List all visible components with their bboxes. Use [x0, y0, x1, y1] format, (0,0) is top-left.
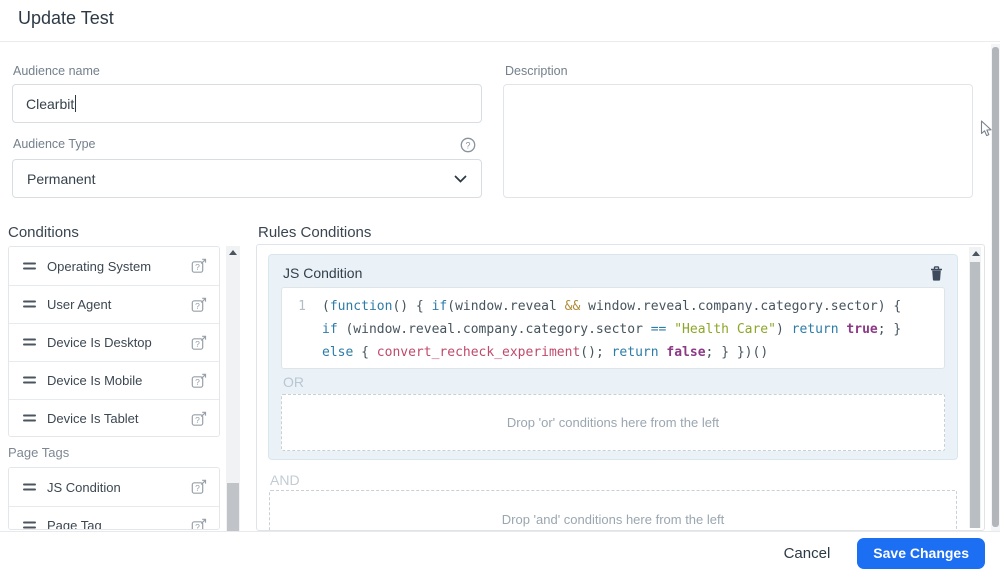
scroll-up-arrow-icon[interactable]: [226, 246, 240, 259]
and-dropzone[interactable]: Drop 'and' conditions here from the left: [269, 490, 957, 530]
drag-handle-icon[interactable]: [23, 414, 37, 423]
condition-item[interactable]: Operating System?: [9, 247, 219, 285]
page-tags-section-label: Page Tags: [8, 445, 70, 460]
condition-item[interactable]: JS Condition?: [9, 468, 219, 506]
help-external-icon[interactable]: ?: [191, 258, 207, 274]
code-line-number: 1: [298, 299, 306, 314]
condition-item[interactable]: Device Is Mobile?: [9, 361, 219, 399]
help-external-icon[interactable]: ?: [191, 411, 207, 427]
or-dropzone-text: Drop 'or' conditions here from the left: [506, 415, 720, 430]
rules-conditions-title: Rules Conditions: [258, 224, 372, 241]
drag-handle-icon[interactable]: [23, 483, 37, 492]
js-condition-card: JS Condition 1 (function() { if(window.r…: [268, 254, 958, 460]
audience-type-select[interactable]: Permanent: [12, 159, 482, 198]
drag-handle-icon[interactable]: [23, 262, 37, 271]
help-external-icon[interactable]: ?: [191, 518, 207, 530]
conditions-title: Conditions: [8, 224, 79, 241]
conditions-list-general: Operating System? User Agent? Device Is De…: [8, 246, 220, 437]
drag-handle-icon[interactable]: [23, 338, 37, 347]
drag-handle-icon[interactable]: [23, 376, 37, 385]
drag-handle-icon[interactable]: [23, 300, 37, 309]
condition-item[interactable]: User Agent?: [9, 285, 219, 323]
condition-item-label: Operating System: [47, 258, 152, 274]
text-cursor: [75, 95, 77, 112]
or-label: OR: [283, 374, 304, 390]
rules-scrollbar[interactable]: [969, 247, 981, 528]
or-dropzone[interactable]: Drop 'or' conditions here from the left: [281, 394, 945, 451]
svg-text:?: ?: [195, 522, 200, 530]
scroll-up-arrow-icon[interactable]: [969, 247, 983, 260]
trash-icon[interactable]: [930, 265, 943, 281]
audience-type-label: Audience Type: [13, 137, 96, 151]
condition-item-label: Device Is Desktop: [47, 335, 152, 350]
svg-text:?: ?: [195, 483, 200, 493]
window-scrollbar-thumb[interactable]: [992, 47, 999, 527]
conditions-scrollbar-thumb[interactable]: [227, 483, 239, 531]
drag-handle-icon[interactable]: [23, 521, 37, 529]
save-changes-button[interactable]: Save Changes: [857, 537, 985, 569]
mouse-cursor: [980, 120, 994, 143]
page-title: Update Test: [18, 8, 114, 28]
conditions-list-page-tags: JS Condition? Page Tag?: [8, 467, 220, 530]
window-scrollbar[interactable]: [991, 44, 1000, 531]
conditions-scrollbar[interactable]: [226, 246, 240, 531]
rules-scrollbar-thumb[interactable]: [970, 262, 980, 528]
chevron-down-icon: [454, 171, 467, 187]
rules-conditions-panel: JS Condition 1 (function() { if(window.r…: [256, 244, 985, 531]
condition-item-label: Device Is Tablet: [47, 411, 139, 426]
description-textarea[interactable]: [503, 84, 973, 198]
cancel-button[interactable]: Cancel: [784, 545, 831, 562]
svg-text:?: ?: [195, 377, 200, 387]
code-content: (function() { if(window.reveal && window…: [322, 299, 902, 360]
svg-text:?: ?: [195, 262, 200, 272]
description-label: Description: [505, 64, 568, 78]
audience-name-label: Audience name: [13, 64, 100, 78]
code-editor[interactable]: 1 (function() { if(window.reveal && wind…: [281, 287, 945, 369]
help-circle-icon[interactable]: ?: [460, 137, 476, 158]
svg-text:?: ?: [465, 140, 470, 150]
js-condition-card-title: JS Condition: [283, 265, 363, 281]
audience-type-value: Permanent: [27, 170, 96, 187]
svg-text:?: ?: [195, 339, 200, 349]
and-dropzone-text: Drop 'and' conditions here from the left: [501, 511, 725, 527]
help-external-icon[interactable]: ?: [191, 297, 207, 313]
and-label: AND: [270, 472, 300, 488]
condition-item-label: Device Is Mobile: [47, 373, 143, 388]
modal-footer: Cancel Save Changes: [0, 531, 1000, 574]
condition-item[interactable]: Page Tag?: [9, 506, 219, 530]
condition-item-label: JS Condition: [47, 479, 121, 495]
audience-name-value: Clearbit: [26, 95, 75, 112]
condition-item-label: User Agent: [47, 297, 112, 312]
condition-item[interactable]: Device Is Tablet?: [9, 399, 219, 436]
help-external-icon[interactable]: ?: [191, 335, 207, 351]
update-test-modal: Update Test Audience name Clearbit Audie…: [0, 0, 1000, 574]
help-external-icon[interactable]: ?: [191, 373, 207, 389]
help-external-icon[interactable]: ?: [191, 479, 207, 495]
condition-item-label: Page Tag: [47, 518, 102, 530]
audience-name-input[interactable]: Clearbit: [12, 84, 482, 123]
svg-text:?: ?: [195, 301, 200, 311]
title-divider: [0, 41, 1000, 42]
condition-item[interactable]: Device Is Desktop?: [9, 323, 219, 361]
svg-text:?: ?: [195, 415, 200, 425]
